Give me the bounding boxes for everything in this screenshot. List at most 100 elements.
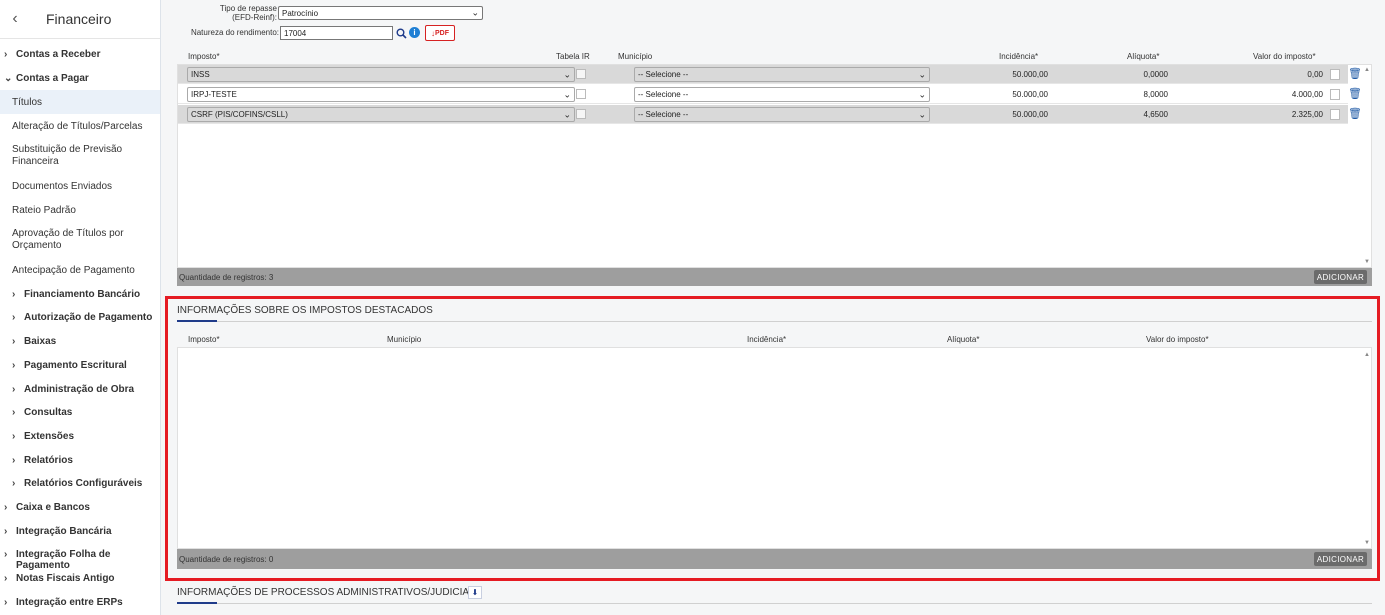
sidebar-item-extensoes[interactable]: › Extensões [0, 431, 160, 442]
sidebar-item-contas-pagar[interactable]: ⌄ Contas a Pagar [0, 73, 160, 84]
imposto-select[interactable]: INSS ⌄ [187, 67, 575, 82]
sidebar-item-administracao-obra[interactable]: › Administração de Obra [0, 384, 160, 395]
scroll-up-icon[interactable]: ▲ [1364, 67, 1370, 73]
trash-icon[interactable]: 🗑 [1348, 108, 1362, 120]
chevron-right-icon: › [4, 597, 8, 608]
sidebar-item-alteracao-titulos[interactable]: Alteração de Títulos/Parcelas [0, 121, 160, 132]
sidebar-item-integracao-bancaria[interactable]: › Integração Bancária [0, 526, 160, 537]
chevron-right-icon: › [12, 431, 16, 442]
sidebar-title: Financeiro [46, 11, 112, 27]
chevron-left-icon[interactable]: ‹ [0, 10, 30, 28]
imposto-select[interactable]: CSRF (PIS/COFINS/CSLL) ⌄ [187, 107, 575, 122]
sidebar-item-autorizacao[interactable]: › Autorização de Pagamento [0, 312, 160, 323]
section-underline [177, 320, 217, 322]
chevron-right-icon: › [12, 455, 16, 466]
municipio-select[interactable]: -- Selecione -- ⌄ [634, 67, 930, 82]
add-highlighted-tax-button[interactable]: ADICIONAR [1314, 552, 1367, 566]
chevron-right-icon: › [4, 502, 8, 513]
chevron-right-icon: › [12, 336, 16, 347]
sidebar-item-integracao-folha[interactable]: › Integração Folha de Pagamento [0, 549, 160, 571]
sidebar-item-relatorios-configuraveis[interactable]: › Relatórios Configuráveis [0, 478, 160, 489]
sidebar-item-titulos[interactable]: Títulos [0, 90, 160, 114]
sidebar-item-substituicao[interactable]: Substituição de Previsão Financeira [0, 144, 150, 168]
taxes-grid: INSS ⌄ -- Selecione -- ⌄ 50.000,00 0,0000 … [177, 64, 1372, 268]
highlighted-taxes-grid: ▲ ▼ [177, 347, 1372, 549]
sidebar: ‹ Financeiro › Contas a Receber ⌄ Contas a… [0, 0, 161, 615]
tabela-ir-checkbox[interactable] [576, 109, 586, 119]
sidebar-item-contas-receber[interactable]: › Contas a Receber [0, 49, 160, 60]
trash-icon[interactable]: 🗑 [1348, 88, 1362, 100]
document-icon[interactable] [1330, 109, 1340, 120]
tabela-ir-checkbox[interactable] [576, 69, 586, 79]
form-panel: Tipo de repasse (EFD-Reinf): Patrocínio … [161, 0, 1385, 615]
chevron-right-icon: › [4, 549, 8, 560]
col-header-aliquota: Alíquota* [1127, 52, 1160, 61]
tipo-repasse-label: Tipo de repasse (EFD-Reinf): [219, 4, 277, 22]
chevron-down-icon: ⌄ [563, 109, 571, 119]
section-title-impostos-destacados: INFORMAÇÕES SOBRE OS IMPOSTOS DESTACADOS [177, 305, 433, 316]
chevron-right-icon: › [12, 312, 16, 323]
sidebar-item-baixas[interactable]: › Baixas [0, 336, 160, 347]
section-underline [177, 602, 217, 604]
incidencia-value[interactable]: 50.000,00 [938, 65, 1048, 84]
document-icon[interactable] [1330, 89, 1340, 100]
scroll-down-icon[interactable]: ▼ [1364, 259, 1370, 265]
search-icon[interactable] [395, 26, 407, 40]
sidebar-item-rateio-padrao[interactable]: Rateio Padrão [0, 205, 160, 216]
valor-value[interactable]: 2.325,00 [1178, 105, 1323, 124]
chevron-right-icon: › [4, 49, 8, 60]
record-count: Quantidade de registros: 3 [179, 272, 274, 282]
sidebar-item-pagamento-escritural[interactable]: › Pagamento Escritural [0, 360, 160, 371]
valor-value[interactable]: 4.000,00 [1178, 85, 1323, 104]
chevron-down-icon: ⌄ [918, 89, 926, 99]
municipio-select[interactable]: -- Selecione -- ⌄ [634, 107, 930, 122]
chevron-down-icon: ⌄ [563, 89, 571, 99]
valor-value[interactable]: 0,00 [1178, 65, 1323, 84]
municipio-select[interactable]: -- Selecione -- ⌄ [634, 87, 930, 102]
aliquota-value[interactable]: 8,0000 [1058, 85, 1168, 104]
sidebar-item-documentos-enviados[interactable]: Documentos Enviados [0, 181, 160, 192]
sidebar-item-integracao-erps[interactable]: › Integração entre ERPs [0, 597, 160, 608]
col-header-incidencia: Incidência* [999, 52, 1039, 61]
tipo-repasse-select[interactable]: Patrocínio ⌄ [278, 6, 483, 20]
section-divider [177, 321, 1372, 322]
sidebar-item-consultas[interactable]: › Consultas [0, 407, 160, 418]
sidebar-item-aprovacao[interactable]: Aprovação de Títulos por Orçamento [0, 228, 140, 252]
tabela-ir-checkbox[interactable] [576, 89, 586, 99]
sidebar-item-antecipacao[interactable]: Antecipação de Pagamento [0, 265, 160, 276]
chevron-right-icon: › [12, 407, 16, 418]
section-divider [177, 603, 1372, 604]
col-header-imposto: Imposto* [188, 335, 220, 344]
highlighted-taxes-footer: Quantidade de registros: 0 [177, 549, 1372, 569]
natureza-input[interactable]: 17004 [280, 26, 393, 40]
sidebar-item-financiamento[interactable]: › Financiamento Bancário [0, 289, 160, 300]
document-icon[interactable] [1330, 69, 1340, 80]
trash-icon[interactable]: 🗑 [1348, 68, 1362, 80]
col-header-valor: Valor do imposto* [1253, 52, 1316, 61]
incidencia-value[interactable]: 50.000,00 [938, 105, 1048, 124]
chevron-right-icon: › [12, 384, 16, 395]
pdf-button[interactable]: ↓ PDF [425, 25, 455, 41]
scroll-up-icon[interactable]: ▲ [1364, 352, 1370, 358]
incidencia-value[interactable]: 50.000,00 [938, 85, 1048, 104]
natureza-label: Natureza do rendimento: [190, 28, 279, 37]
sidebar-item-notas-fiscais[interactable]: › Notas Fiscais Antigo [0, 573, 160, 584]
chevron-down-icon: ⌄ [918, 69, 926, 79]
col-header-municipio: Município [618, 52, 653, 61]
aliquota-value[interactable]: 4,6500 [1058, 105, 1168, 124]
chevron-right-icon: › [12, 478, 16, 489]
taxes-grid-footer: Quantidade de registros: 3 [177, 268, 1372, 286]
col-header-tabela-ir: Tabela IR [556, 52, 590, 61]
add-tax-button[interactable]: ADICIONAR [1314, 270, 1367, 284]
chevron-right-icon: › [12, 360, 16, 371]
aliquota-value[interactable]: 0,0000 [1058, 65, 1168, 84]
col-header-imposto: Imposto* [188, 52, 220, 61]
scroll-down-icon[interactable]: ▼ [1364, 540, 1370, 546]
sidebar-item-caixa-bancos[interactable]: › Caixa e Bancos [0, 502, 160, 513]
expand-icon[interactable]: ⬇ [468, 586, 482, 599]
imposto-select[interactable]: IRPJ-TESTE ⌄ [187, 87, 575, 102]
chevron-right-icon: › [12, 289, 16, 300]
sidebar-item-relatorios[interactable]: › Relatórios [0, 455, 160, 466]
info-icon[interactable]: i [409, 27, 420, 38]
chevron-down-icon: ⌄ [918, 109, 926, 119]
